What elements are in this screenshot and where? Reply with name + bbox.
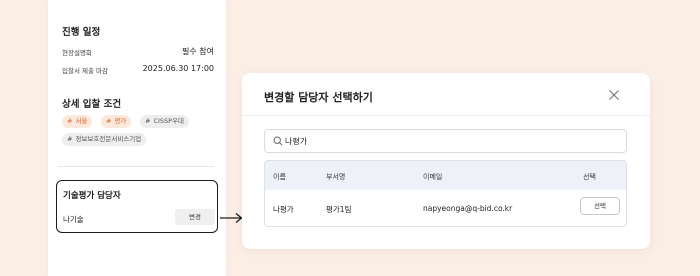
schedule-title: 진행 일정 — [62, 27, 101, 38]
search-input[interactable] — [285, 133, 615, 149]
site-briefing-label: 현장설명회 — [62, 49, 92, 57]
cell-email: napyeonga@q-bid.co.kr — [423, 204, 513, 213]
deadline-label: 입찰서 제출 마감 — [62, 67, 108, 75]
assessor-name: 나기술 — [63, 215, 84, 224]
tag-security-service: # 정보보호전문서비스기업 — [62, 133, 147, 146]
modal-title: 변경할 담당자 선택하기 — [264, 91, 373, 104]
bid-detail-panel: 진행 일정 현장설명회 필수 참여 입찰서 제출 마감 2025.06.30 1… — [48, 0, 226, 276]
close-icon[interactable] — [608, 89, 620, 101]
assessor-title: 기술평가 담당자 — [63, 191, 121, 201]
header-select: 선택 — [583, 173, 596, 181]
header-dept: 부서명 — [326, 173, 346, 181]
modal-divider — [242, 115, 650, 116]
hash-icon: # — [67, 135, 73, 143]
tag-evaluation: # 평가 — [101, 115, 132, 128]
cell-dept: 평가1팀 — [326, 205, 352, 214]
header-email: 이메일 — [423, 173, 443, 181]
search-icon — [273, 136, 283, 146]
divider — [58, 166, 214, 167]
table-header: 이름 부서명 이메일 선택 — [265, 161, 626, 190]
assignee-select-modal: 변경할 담당자 선택하기 이름 부서명 이메일 선택 나평가 평가1팀 napy… — [242, 73, 650, 249]
deadline-value: 2025.06.30 17:00 — [142, 64, 214, 73]
hash-icon: # — [106, 117, 112, 125]
site-briefing-value: 필수 참여 — [182, 47, 214, 56]
hash-icon: # — [145, 117, 151, 125]
change-button[interactable]: 변경 — [175, 209, 215, 225]
assignee-table: 이름 부서명 이메일 선택 나평가 평가1팀 napyeonga@q-bid.c… — [264, 160, 627, 227]
table-row: 나평가 평가1팀 napyeonga@q-bid.co.kr 선택 — [265, 190, 626, 226]
hash-icon: # — [67, 117, 73, 125]
select-button[interactable]: 선택 — [580, 197, 620, 215]
assessor-box: 기술평가 담당자 나기술 변경 — [56, 180, 218, 233]
cell-name: 나평가 — [273, 205, 294, 214]
arrow-right-icon — [220, 212, 243, 224]
tag-cissp: # CISSP우대 — [140, 115, 190, 128]
conditions-title: 상세 입찰 조건 — [62, 99, 122, 110]
header-name: 이름 — [273, 173, 286, 181]
tag-seoul: # 서울 — [62, 115, 93, 128]
search-box[interactable] — [264, 129, 627, 153]
